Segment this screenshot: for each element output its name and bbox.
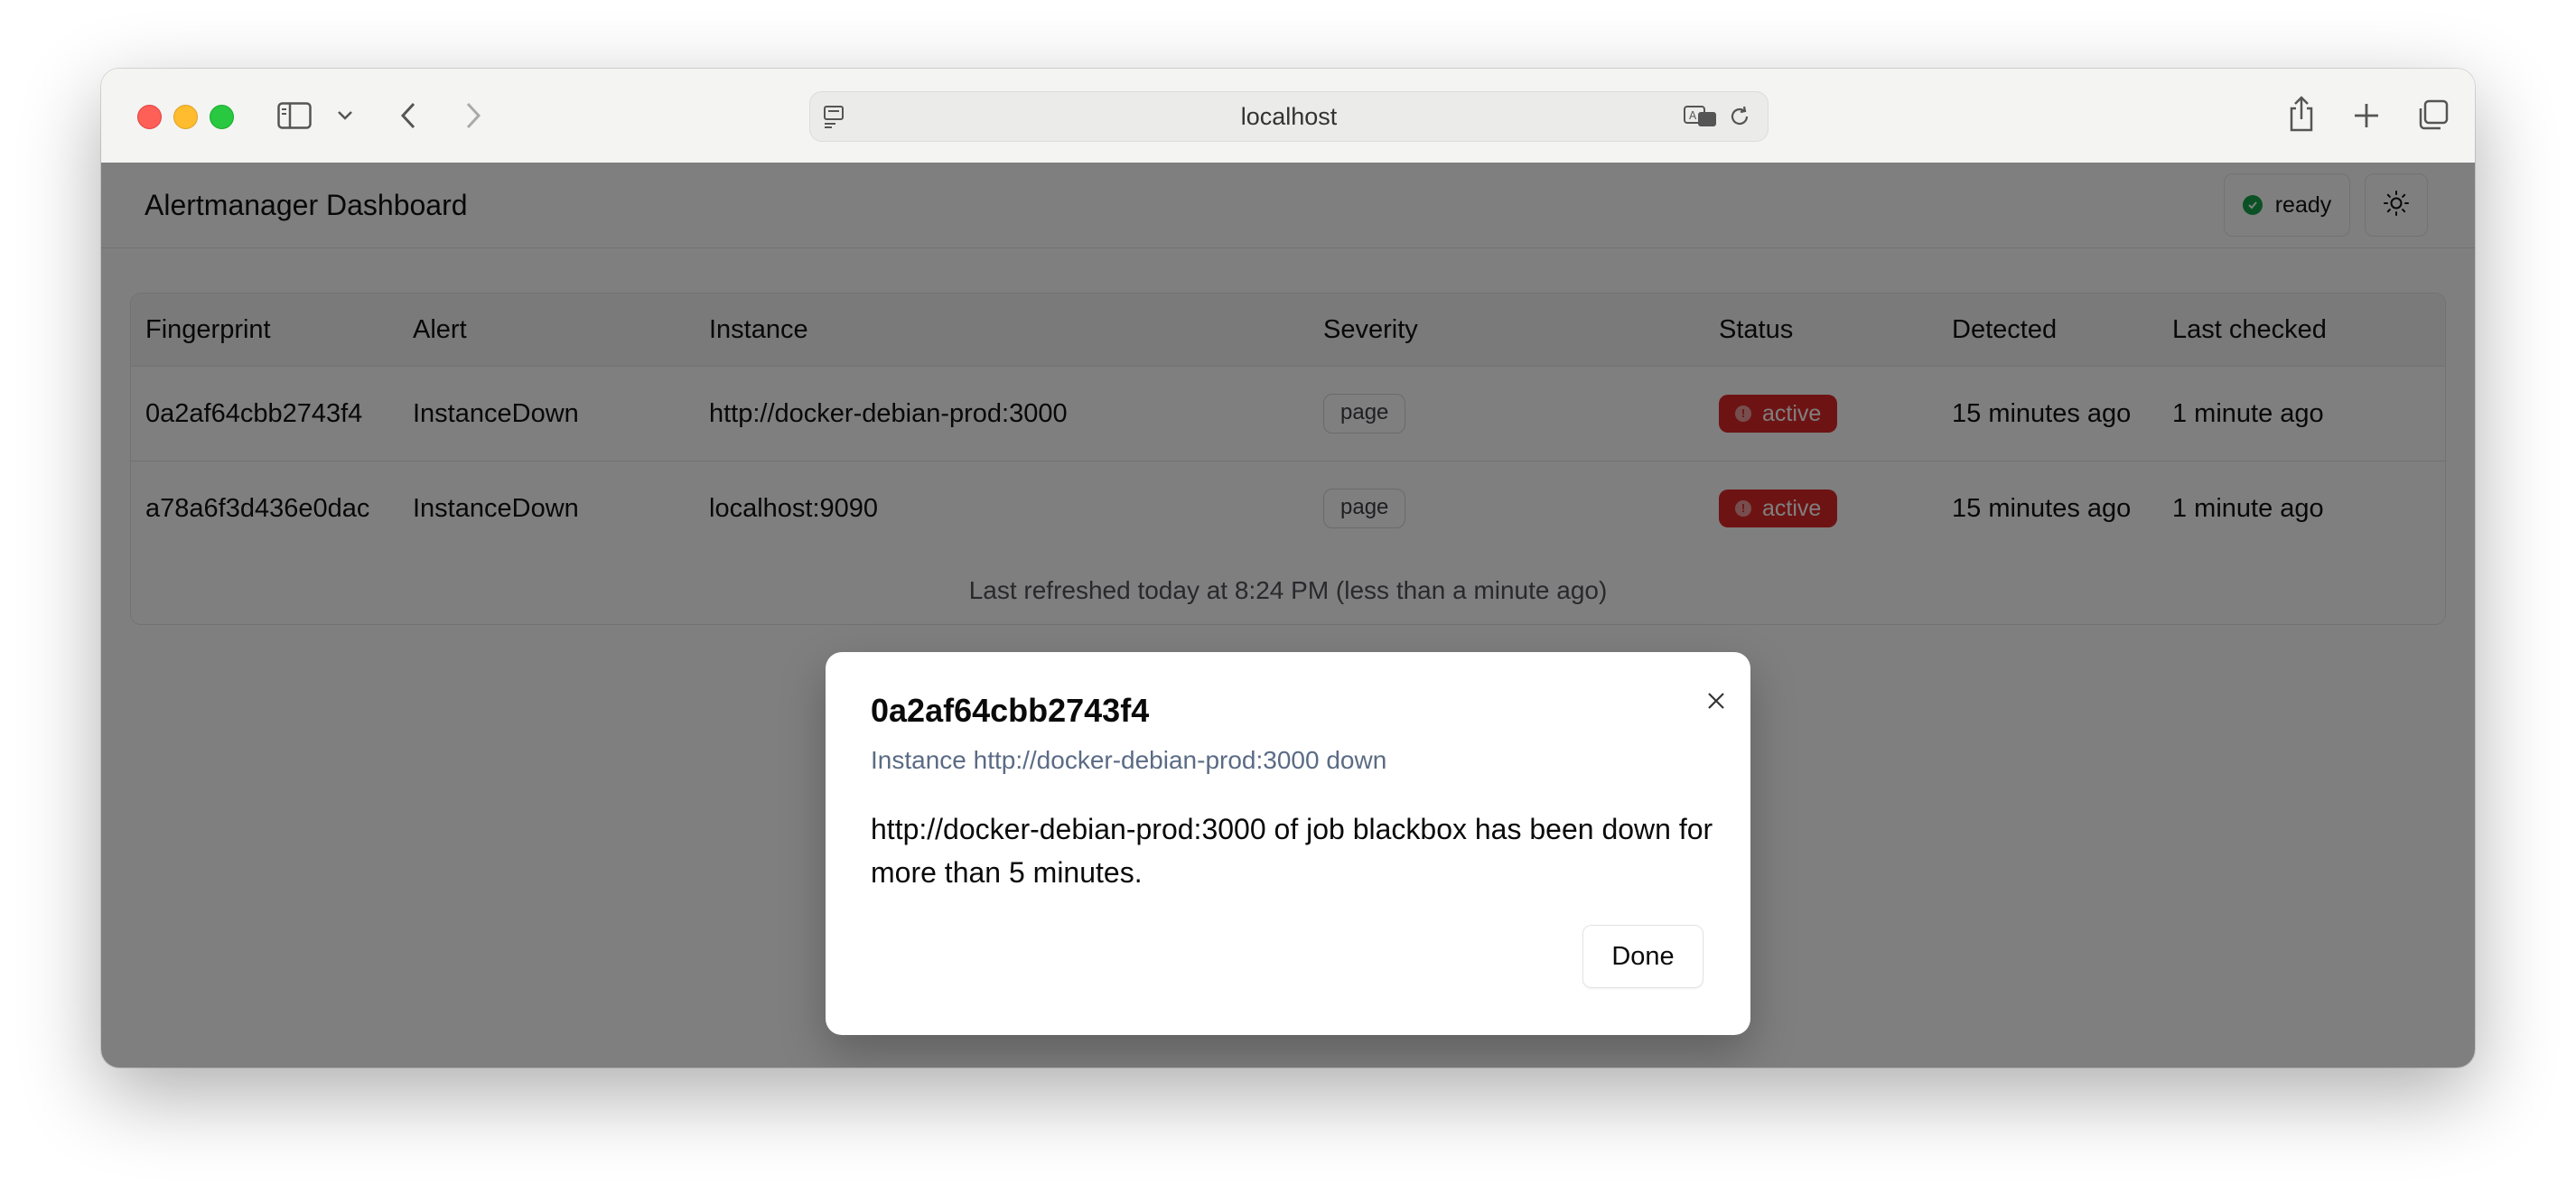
- browser-window: localhost A Alertmanager Dashboard r: [101, 69, 2475, 1068]
- dialog-title: 0a2af64cbb2743f4: [871, 692, 1150, 729]
- forward-icon[interactable]: [459, 99, 488, 132]
- new-tab-icon[interactable]: [2350, 99, 2383, 132]
- minimize-window-button[interactable]: [173, 105, 198, 129]
- close-window-button[interactable]: [137, 105, 162, 129]
- zoom-window-button[interactable]: [210, 105, 234, 129]
- address-bar[interactable]: localhost A: [809, 91, 1769, 142]
- share-icon[interactable]: [2285, 94, 2318, 134]
- browser-toolbar: localhost A: [101, 69, 2475, 163]
- chevron-down-icon[interactable]: [334, 105, 356, 126]
- dialog-subtitle: Instance http://docker-debian-prod:3000 …: [871, 746, 1387, 774]
- done-button[interactable]: Done: [1582, 925, 1703, 988]
- close-icon[interactable]: [1698, 683, 1734, 719]
- url-text: localhost: [1240, 103, 1338, 130]
- svg-text:A: A: [1689, 109, 1697, 122]
- dialog-description: http://docker-debian-prod:3000 of job bl…: [871, 813, 1713, 889]
- page-content: Alertmanager Dashboard ready: [101, 163, 2475, 1068]
- sidebar-icon[interactable]: [276, 99, 313, 132]
- back-icon[interactable]: [394, 99, 423, 132]
- translate-icon[interactable]: A: [1683, 103, 1719, 130]
- tabs-overview-icon[interactable]: [2415, 98, 2451, 134]
- reload-icon[interactable]: [1726, 103, 1753, 130]
- alert-detail-dialog: 0a2af64cbb2743f4 Instance http://docker-…: [826, 652, 1750, 1035]
